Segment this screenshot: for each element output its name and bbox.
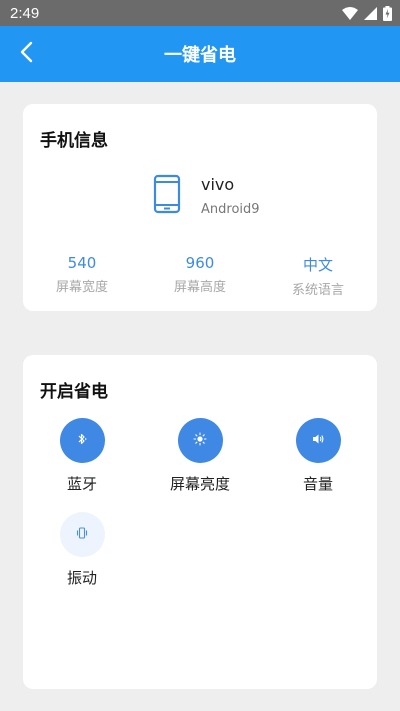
power-saving-card: 开启省电 蓝牙 屏幕亮度 音量 振动 (23, 355, 377, 689)
stat-label: 屏幕高度 (173, 280, 226, 295)
back-button[interactable] (10, 38, 42, 70)
stat-system-language: 中文 系统语言 (259, 254, 377, 298)
toggle-grid: 蓝牙 屏幕亮度 音量 振动 (23, 418, 377, 606)
battery-icon (383, 5, 392, 21)
toggle-label: 音量 (302, 475, 333, 493)
status-time: 2:49 (10, 4, 40, 22)
signal-icon (364, 6, 377, 20)
stat-screen-width: 540 屏幕宽度 (23, 254, 141, 298)
status-icons (342, 5, 392, 21)
status-bar: 2:49 (0, 0, 400, 26)
toggle-circle (59, 418, 105, 463)
brightness-toggle[interactable]: 屏幕亮度 (141, 418, 259, 512)
stat-value: 540 (67, 254, 97, 272)
vibration-toggle[interactable]: 振动 (23, 512, 141, 606)
device-brand: vivo (201, 175, 235, 194)
device-os: Android9 (201, 202, 260, 217)
volume-icon (311, 431, 325, 450)
toggle-circle (295, 418, 341, 463)
page-title: 一键省电 (164, 45, 236, 66)
stat-value: 中文 (302, 256, 333, 274)
power-saving-title: 开启省电 (40, 382, 108, 402)
app-bar: 一键省电 (0, 26, 400, 82)
stat-label: 系统语言 (291, 283, 344, 298)
toggle-label: 屏幕亮度 (169, 475, 230, 493)
chevron-left-icon (19, 41, 33, 67)
toggle-circle (177, 418, 223, 463)
bluetooth-toggle[interactable]: 蓝牙 (23, 418, 141, 512)
toggle-label: 蓝牙 (66, 475, 97, 493)
phone-icon (153, 174, 181, 214)
stat-label: 屏幕宽度 (55, 280, 108, 295)
vibration-icon (75, 525, 89, 544)
stat-screen-height: 960 屏幕高度 (141, 254, 259, 298)
volume-toggle[interactable]: 音量 (259, 418, 377, 512)
toggle-circle (59, 512, 105, 557)
device-info: vivo Android9 (153, 174, 260, 217)
brightness-icon (193, 431, 207, 450)
phone-info-title: 手机信息 (40, 131, 108, 151)
bluetooth-icon (75, 431, 89, 450)
stat-value: 960 (185, 254, 215, 272)
screen-stats: 540 屏幕宽度 960 屏幕高度 中文 系统语言 (23, 254, 377, 298)
toggle-label: 振动 (66, 569, 97, 587)
phone-info-card: 手机信息 vivo Android9 540 屏幕宽度 960 屏幕高度 中文 … (23, 104, 377, 311)
wifi-icon (342, 6, 358, 20)
